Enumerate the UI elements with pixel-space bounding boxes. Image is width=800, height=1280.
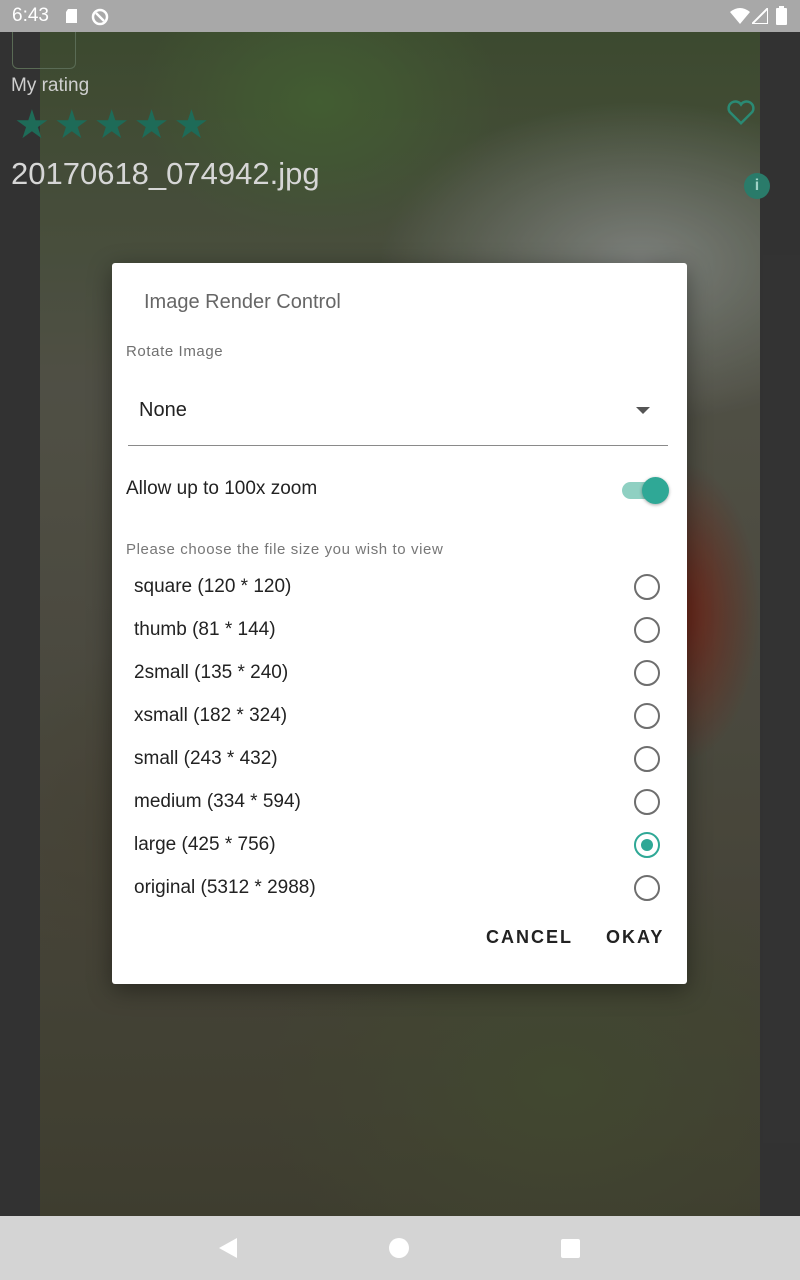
radio-button[interactable] [634, 875, 660, 901]
size-option-label: xsmall (182 * 324) [134, 705, 288, 726]
size-option-label: square (120 * 120) [134, 576, 292, 597]
rating-label: My rating [11, 75, 90, 96]
wifi-icon [730, 8, 750, 30]
dropdown-arrow-icon [636, 407, 650, 414]
size-option-label: thumb (81 * 144) [134, 619, 276, 640]
info-icon: i [744, 173, 770, 199]
size-option-medium[interactable]: medium (334 * 594) [112, 781, 687, 824]
radio-button[interactable] [634, 574, 660, 600]
image-render-dialog: Image Render Control Rotate Image None A… [112, 263, 687, 984]
size-option-label: small (243 * 432) [134, 748, 278, 769]
size-option-xsmall[interactable]: xsmall (182 * 324) [112, 695, 687, 738]
size-option-square[interactable]: square (120 * 120) [112, 566, 687, 609]
navigation-bar [0, 1216, 800, 1280]
rotate-image-dropdown[interactable]: None [128, 381, 668, 446]
size-option-2small[interactable]: 2small (135 * 240) [112, 652, 687, 695]
sync-icon [91, 8, 109, 32]
radio-button[interactable] [634, 789, 660, 815]
rotate-image-value: None [139, 399, 187, 421]
rotate-image-label: Rotate Image [126, 343, 224, 360]
switch-thumb [642, 477, 669, 504]
file-size-label: Please choose the file size you wish to … [126, 541, 444, 558]
home-icon[interactable] [389, 1238, 409, 1258]
size-option-label: original (5312 * 2988) [134, 877, 316, 898]
size-option-thumb[interactable]: thumb (81 * 144) [112, 609, 687, 652]
image-thumbnail-icon [12, 28, 76, 69]
sd-card-icon [64, 8, 80, 30]
size-option-label: large (425 * 756) [134, 834, 276, 855]
size-option-small[interactable]: small (243 * 432) [112, 738, 687, 781]
dialog-title: Image Render Control [144, 291, 341, 313]
size-option-label: 2small (135 * 240) [134, 662, 289, 683]
radio-button[interactable] [634, 832, 660, 858]
radio-button[interactable] [634, 703, 660, 729]
status-time: 6:43 [12, 5, 49, 26]
zoom-toggle-label: Allow up to 100x zoom [126, 478, 318, 499]
okay-button[interactable]: OKAY [606, 927, 664, 948]
size-option-original[interactable]: original (5312 * 2988) [112, 867, 687, 910]
status-bar: 6:43 [0, 0, 800, 32]
heart-icon [726, 98, 756, 131]
battery-icon [776, 6, 787, 31]
signal-icon [749, 5, 769, 30]
radio-button[interactable] [634, 746, 660, 772]
radio-button[interactable] [634, 617, 660, 643]
image-filename: 20170618_074942.jpg [11, 156, 320, 191]
zoom-toggle-switch[interactable] [622, 477, 670, 504]
size-option-large[interactable]: large (425 * 756) [112, 824, 687, 867]
recent-apps-icon[interactable] [561, 1239, 580, 1258]
size-option-label: medium (334 * 594) [134, 791, 301, 812]
cancel-button[interactable]: CANCEL [486, 927, 573, 948]
back-icon[interactable] [219, 1238, 237, 1258]
rating-stars: ★★★★★ [14, 103, 214, 147]
radio-button[interactable] [634, 660, 660, 686]
